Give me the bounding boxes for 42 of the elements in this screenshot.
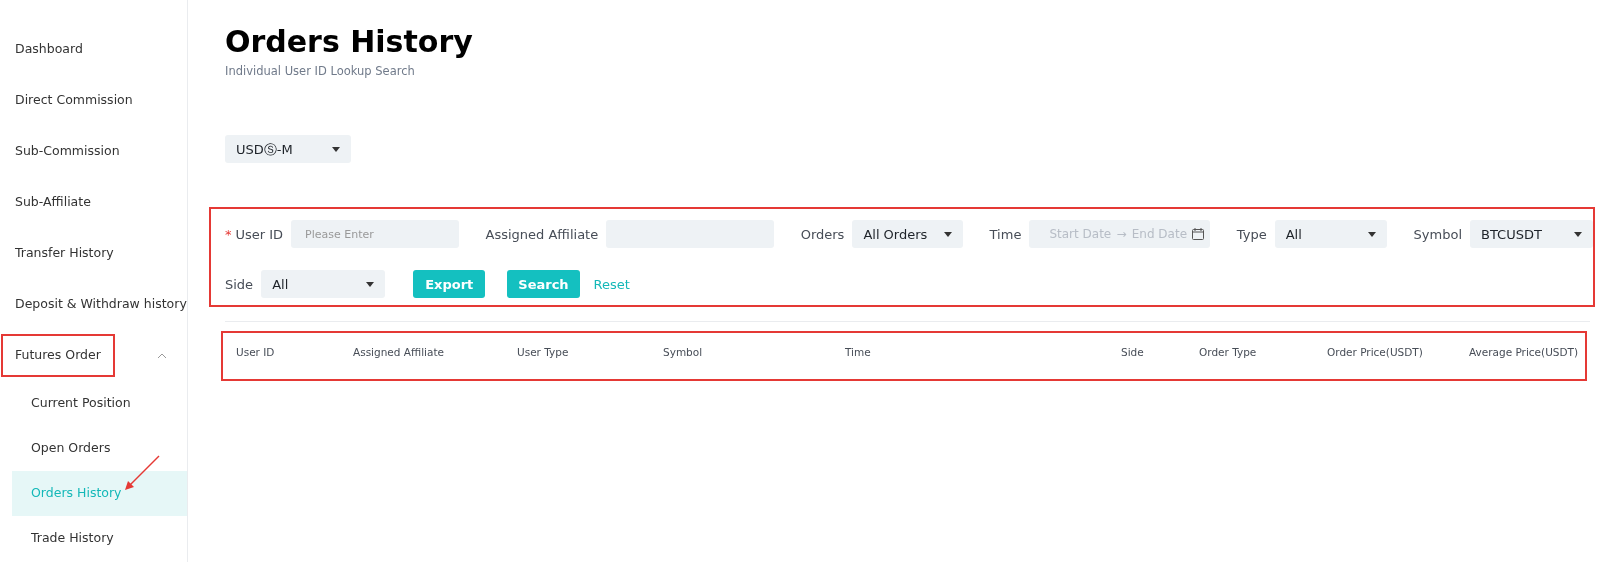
symbol-select[interactable]: BTCUSDT <box>1470 220 1593 249</box>
column-header: Symbol <box>663 346 703 359</box>
caret-icon <box>366 281 375 287</box>
column-header: Assigned Affiliate <box>353 346 444 359</box>
user-id-field[interactable]: Please Enter <box>291 220 460 249</box>
market-select[interactable]: USDⓈ-M <box>225 135 351 164</box>
column-header: Order Price(USDT) <box>1327 346 1423 359</box>
field-label: Side <box>225 275 254 294</box>
column-header: Time <box>845 346 871 359</box>
required-mark: * <box>225 225 232 244</box>
type-select[interactable]: All <box>1274 220 1388 249</box>
calendar-icon <box>1192 228 1205 241</box>
sidebar-subitem[interactable]: Trade History <box>12 516 187 561</box>
sidebar-item[interactable]: Direct Commission <box>1 79 147 122</box>
sidebar-subitem[interactable]: Current Position <box>12 381 187 426</box>
field-label: Assigned Affiliate <box>485 225 599 244</box>
sidebar-item[interactable]: Sub-Commission <box>1 130 134 173</box>
caret-icon <box>332 146 340 152</box>
column-header: User ID <box>236 346 275 359</box>
page-subtitle: Individual User ID Lookup Search <box>225 63 416 80</box>
side-select[interactable]: All <box>261 270 386 299</box>
field-label: Type <box>1236 225 1267 244</box>
sidebar-item[interactable]: Sub-Affiliate <box>1 181 105 224</box>
caret-icon <box>1573 231 1582 237</box>
column-header: User Type <box>517 346 569 359</box>
column-header: Average Price(USDT) <box>1469 346 1579 359</box>
sidebar-item[interactable]: Futures Order <box>1 334 115 377</box>
caret-icon <box>1368 231 1377 237</box>
chevron-icon[interactable] <box>157 352 167 359</box>
field-label: Time <box>989 225 1022 244</box>
sidebar-subitem[interactable]: Open Orders <box>12 426 187 471</box>
orders-select[interactable]: All Orders <box>852 220 964 249</box>
sidebar-item[interactable]: Transfer History <box>1 232 128 275</box>
page-title: Orders History <box>225 23 474 61</box>
field-label: Symbol <box>1413 225 1462 244</box>
caret-icon <box>944 231 953 237</box>
column-header: Order Type <box>1199 346 1257 359</box>
field-label: User ID <box>235 225 284 244</box>
field-label: Orders <box>800 225 845 244</box>
sidebar-item[interactable]: Dashboard <box>1 28 97 71</box>
column-header: Side <box>1121 346 1144 359</box>
sidebar-item[interactable]: Deposit & Withdraw history <box>1 283 201 326</box>
